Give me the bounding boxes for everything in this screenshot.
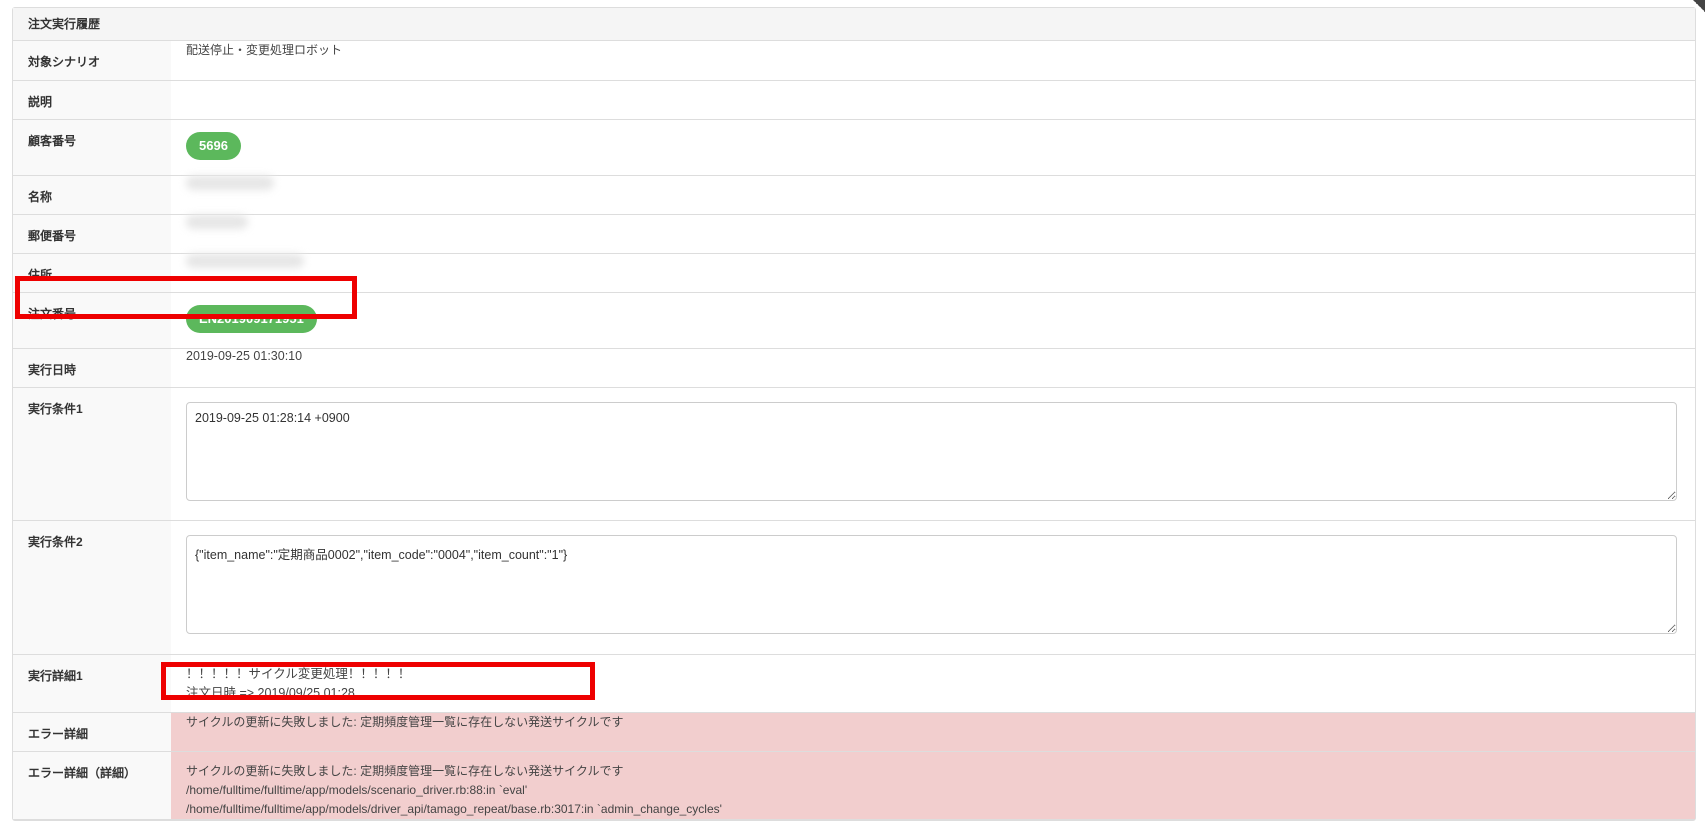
row-address: 住所 <box>13 253 1695 293</box>
scenario-label: 対象シナリオ <box>13 41 171 81</box>
error-detail-label: エラー詳細（詳細） <box>13 751 171 820</box>
executed-at-value: 2019-09-25 01:30:10 <box>171 348 1695 388</box>
name-value-blurred <box>171 175 1695 215</box>
panel-title: 注文実行履歴 <box>13 8 1695 41</box>
customer-number-badge[interactable]: 5696 <box>186 131 241 160</box>
condition2-textarea[interactable]: {"item_name":"定期商品0002","item_code":"000… <box>186 534 1677 634</box>
name-label: 名称 <box>13 175 171 215</box>
description-value <box>171 80 1695 120</box>
error-detail-value: サイクルの更新に失敗しました: 定期頻度管理一覧に存在しない発送サイクルです /… <box>171 751 1695 820</box>
order-number-cell: EN201909171951 <box>171 292 1695 349</box>
row-name: 名称 <box>13 175 1695 215</box>
address-label: 住所 <box>13 253 171 293</box>
row-condition2: 実行条件2 {"item_name":"定期商品0002","item_code… <box>13 520 1695 655</box>
condition2-label: 実行条件2 <box>13 520 171 655</box>
detail1-line2: 注文日時 => 2019/09/25 01:28 <box>186 685 355 700</box>
blurred-text <box>186 253 304 268</box>
condition1-cell: 2019-09-25 01:28:14 +0900 <box>171 387 1695 521</box>
detail1-line1: ！！！！！サイクル変更処理！！！！！ <box>186 666 411 681</box>
order-number-badge[interactable]: EN201909171951 <box>186 304 317 333</box>
description-label: 説明 <box>13 80 171 120</box>
detail-table: 対象シナリオ 配送停止・変更処理ロボット 説明 顧客番号 5696 名称 郵便番… <box>13 41 1695 820</box>
resize-corner-icon <box>1693 0 1705 12</box>
customer-number-label: 顧客番号 <box>13 119 171 176</box>
row-error-detail: エラー詳細（詳細） サイクルの更新に失敗しました: 定期頻度管理一覧に存在しない… <box>13 751 1695 820</box>
condition1-label: 実行条件1 <box>13 387 171 521</box>
order-number-label: 注文番号 <box>13 292 171 349</box>
row-order-number: 注文番号 EN201909171951 <box>13 292 1695 349</box>
row-condition1: 実行条件1 2019-09-25 01:28:14 +0900 <box>13 387 1695 521</box>
address-value-blurred <box>171 253 1695 293</box>
scenario-value: 配送停止・変更処理ロボット <box>171 41 1695 81</box>
error-detail-line1: サイクルの更新に失敗しました: 定期頻度管理一覧に存在しない発送サイクルです <box>186 763 624 778</box>
postal-code-value-blurred <box>171 214 1695 254</box>
detail1-value: ！！！！！サイクル変更処理！！！！！ 注文日時 => 2019/09/25 01… <box>171 654 1695 713</box>
order-history-panel: 注文実行履歴 対象シナリオ 配送停止・変更処理ロボット 説明 顧客番号 5696… <box>12 7 1696 821</box>
row-customer-number: 顧客番号 5696 <box>13 119 1695 176</box>
blurred-text <box>186 175 274 190</box>
row-executed-at: 実行日時 2019-09-25 01:30:10 <box>13 348 1695 388</box>
condition1-textarea[interactable]: 2019-09-25 01:28:14 +0900 <box>186 401 1677 501</box>
row-description: 説明 <box>13 80 1695 120</box>
row-detail1: 実行詳細1 ！！！！！サイクル変更処理！！！！！ 注文日時 => 2019/09… <box>13 654 1695 713</box>
condition2-cell: {"item_name":"定期商品0002","item_code":"000… <box>171 520 1695 655</box>
blurred-text <box>186 214 248 229</box>
row-error: エラー詳細 サイクルの更新に失敗しました: 定期頻度管理一覧に存在しない発送サイ… <box>13 712 1695 752</box>
error-label: エラー詳細 <box>13 712 171 752</box>
row-scenario: 対象シナリオ 配送停止・変更処理ロボット <box>13 41 1695 81</box>
executed-at-label: 実行日時 <box>13 348 171 388</box>
detail1-label: 実行詳細1 <box>13 654 171 713</box>
customer-number-cell: 5696 <box>171 119 1695 176</box>
row-postal-code: 郵便番号 <box>13 214 1695 254</box>
error-detail-line2: /home/fulltime/fulltime/app/models/scena… <box>186 782 528 797</box>
error-detail-line3: /home/fulltime/fulltime/app/models/drive… <box>186 801 722 816</box>
error-value: サイクルの更新に失敗しました: 定期頻度管理一覧に存在しない発送サイクルです <box>171 712 1695 752</box>
postal-code-label: 郵便番号 <box>13 214 171 254</box>
